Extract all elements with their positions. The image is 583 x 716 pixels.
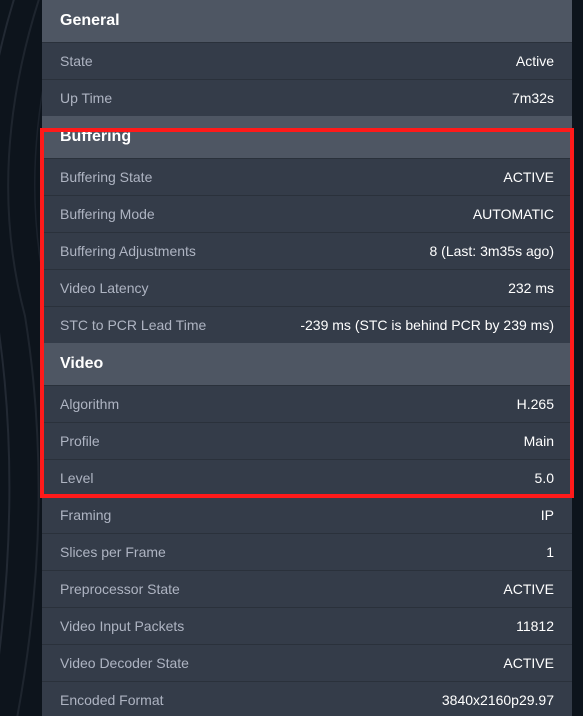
row-algorithm: Algorithm H.265	[42, 385, 572, 422]
value-preprocessor-state: ACTIVE	[503, 581, 554, 597]
label-buffering-adjustments: Buffering Adjustments	[60, 243, 196, 259]
row-buffering-state: Buffering State ACTIVE	[42, 158, 572, 195]
value-slices: 1	[546, 544, 554, 560]
row-preprocessor-state: Preprocessor State ACTIVE	[42, 570, 572, 607]
label-uptime: Up Time	[60, 90, 112, 106]
row-uptime: Up Time 7m32s	[42, 79, 572, 116]
row-stc-pcr: STC to PCR Lead Time -239 ms (STC is beh…	[42, 306, 572, 343]
row-buffering-mode: Buffering Mode AUTOMATIC	[42, 195, 572, 232]
row-video-decoder-state: Video Decoder State ACTIVE	[42, 644, 572, 681]
value-state: Active	[516, 53, 554, 69]
value-video-latency: 232 ms	[508, 280, 554, 296]
row-video-input-packets: Video Input Packets 11812	[42, 607, 572, 644]
row-profile: Profile Main	[42, 422, 572, 459]
value-level: 5.0	[535, 470, 554, 486]
row-state: State Active	[42, 42, 572, 79]
label-stc-pcr: STC to PCR Lead Time	[60, 317, 206, 333]
label-state: State	[60, 53, 93, 69]
section-header-video: Video	[42, 343, 572, 385]
value-stc-pcr: -239 ms (STC is behind PCR by 239 ms)	[300, 317, 554, 333]
row-framing: Framing IP	[42, 496, 572, 533]
value-encoded-format: 3840x2160p29.97	[442, 692, 554, 708]
value-algorithm: H.265	[517, 396, 554, 412]
section-header-general: General	[42, 0, 572, 42]
label-video-latency: Video Latency	[60, 280, 148, 296]
row-encoded-format: Encoded Format 3840x2160p29.97	[42, 681, 572, 716]
label-framing: Framing	[60, 507, 111, 523]
value-framing: IP	[541, 507, 554, 523]
label-slices: Slices per Frame	[60, 544, 166, 560]
label-algorithm: Algorithm	[60, 396, 119, 412]
value-buffering-mode: AUTOMATIC	[473, 206, 554, 222]
row-slices: Slices per Frame 1	[42, 533, 572, 570]
value-video-input-packets: 11812	[516, 618, 554, 634]
label-video-decoder-state: Video Decoder State	[60, 655, 189, 671]
row-buffering-adjustments: Buffering Adjustments 8 (Last: 3m35s ago…	[42, 232, 572, 269]
status-panel: General State Active Up Time 7m32s Buffe…	[42, 0, 572, 716]
label-profile: Profile	[60, 433, 100, 449]
row-level: Level 5.0	[42, 459, 572, 496]
row-video-latency: Video Latency 232 ms	[42, 269, 572, 306]
value-buffering-state: ACTIVE	[503, 169, 554, 185]
label-preprocessor-state: Preprocessor State	[60, 581, 180, 597]
label-encoded-format: Encoded Format	[60, 692, 164, 708]
label-level: Level	[60, 470, 93, 486]
label-video-input-packets: Video Input Packets	[60, 618, 184, 634]
label-buffering-mode: Buffering Mode	[60, 206, 155, 222]
section-header-buffering: Buffering	[42, 116, 572, 158]
value-video-decoder-state: ACTIVE	[503, 655, 554, 671]
value-uptime: 7m32s	[512, 90, 554, 106]
label-buffering-state: Buffering State	[60, 169, 152, 185]
value-buffering-adjustments: 8 (Last: 3m35s ago)	[429, 243, 554, 259]
value-profile: Main	[524, 433, 554, 449]
